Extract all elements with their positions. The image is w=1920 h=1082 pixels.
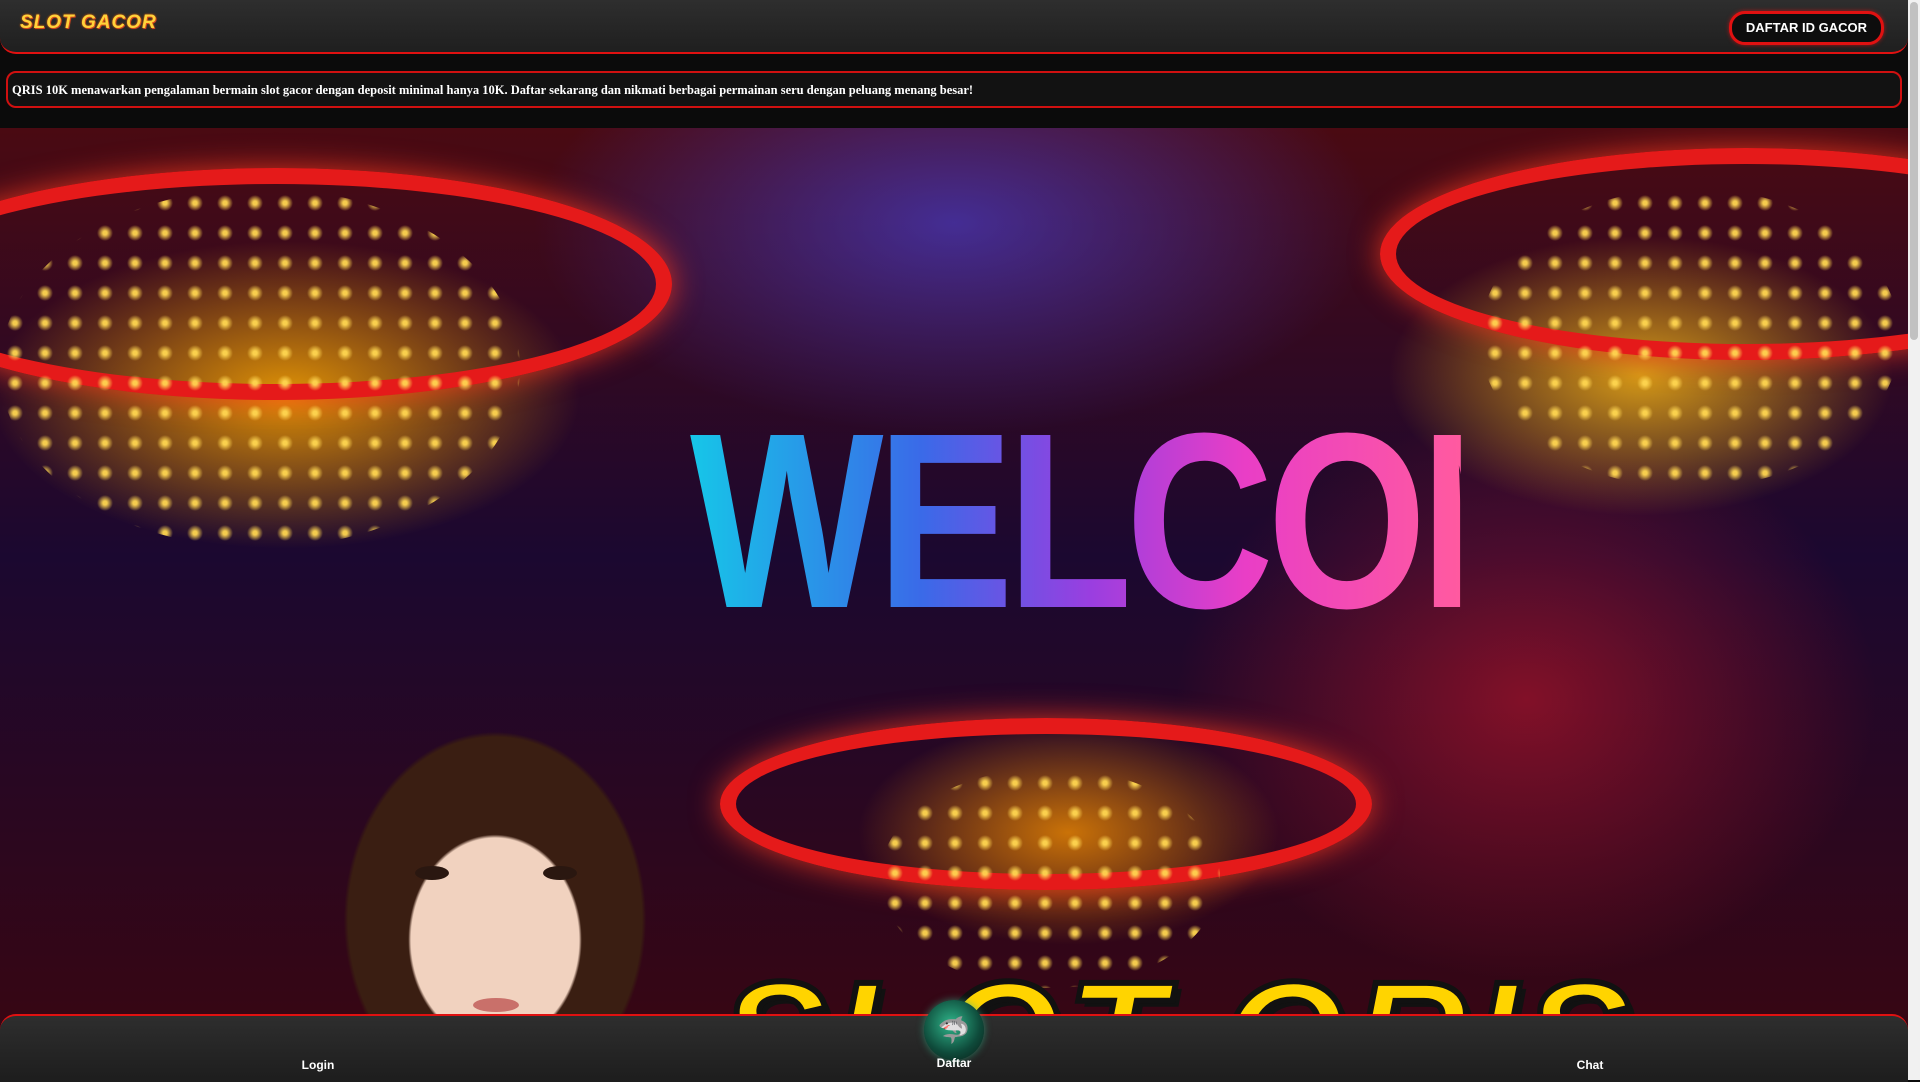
decor-lights [0, 188, 520, 548]
nav-daftar[interactable]: 🦈 Daftar [854, 1000, 1054, 1082]
bottom-nav: Login 🦈 Daftar Chat [0, 1000, 1908, 1082]
nav-label: Daftar [936, 1056, 972, 1070]
decor-eye [543, 866, 577, 880]
decor-lip [473, 998, 519, 1012]
nav-label: Chat [1576, 1058, 1604, 1072]
welcome-heading: WELCOME [690, 381, 1721, 660]
scrollbar-thumb[interactable] [1910, 2, 1918, 340]
nav-chat[interactable]: Chat [1490, 1016, 1690, 1082]
shark-icon: 🦈 [924, 1000, 984, 1060]
nav-label: Login [301, 1058, 335, 1072]
decor-eye [415, 866, 449, 880]
marquee-text: QRIS 10K menawarkan pengalaman bermain s… [12, 83, 974, 97]
register-button[interactable]: DAFTAR ID GACOR [1728, 11, 1884, 45]
announcement-marquee: QRIS 10K menawarkan pengalaman bermain s… [6, 71, 1902, 108]
nav-login[interactable]: Login [218, 1016, 418, 1082]
page-scrollbar[interactable] [1908, 0, 1920, 1080]
site-logo[interactable]: SLOT GACOR [20, 12, 157, 38]
site-header: SLOT GACOR DAFTAR ID GACOR [0, 0, 1908, 54]
hero-banner: WELCOME SLOT QRIS [0, 128, 1908, 1080]
